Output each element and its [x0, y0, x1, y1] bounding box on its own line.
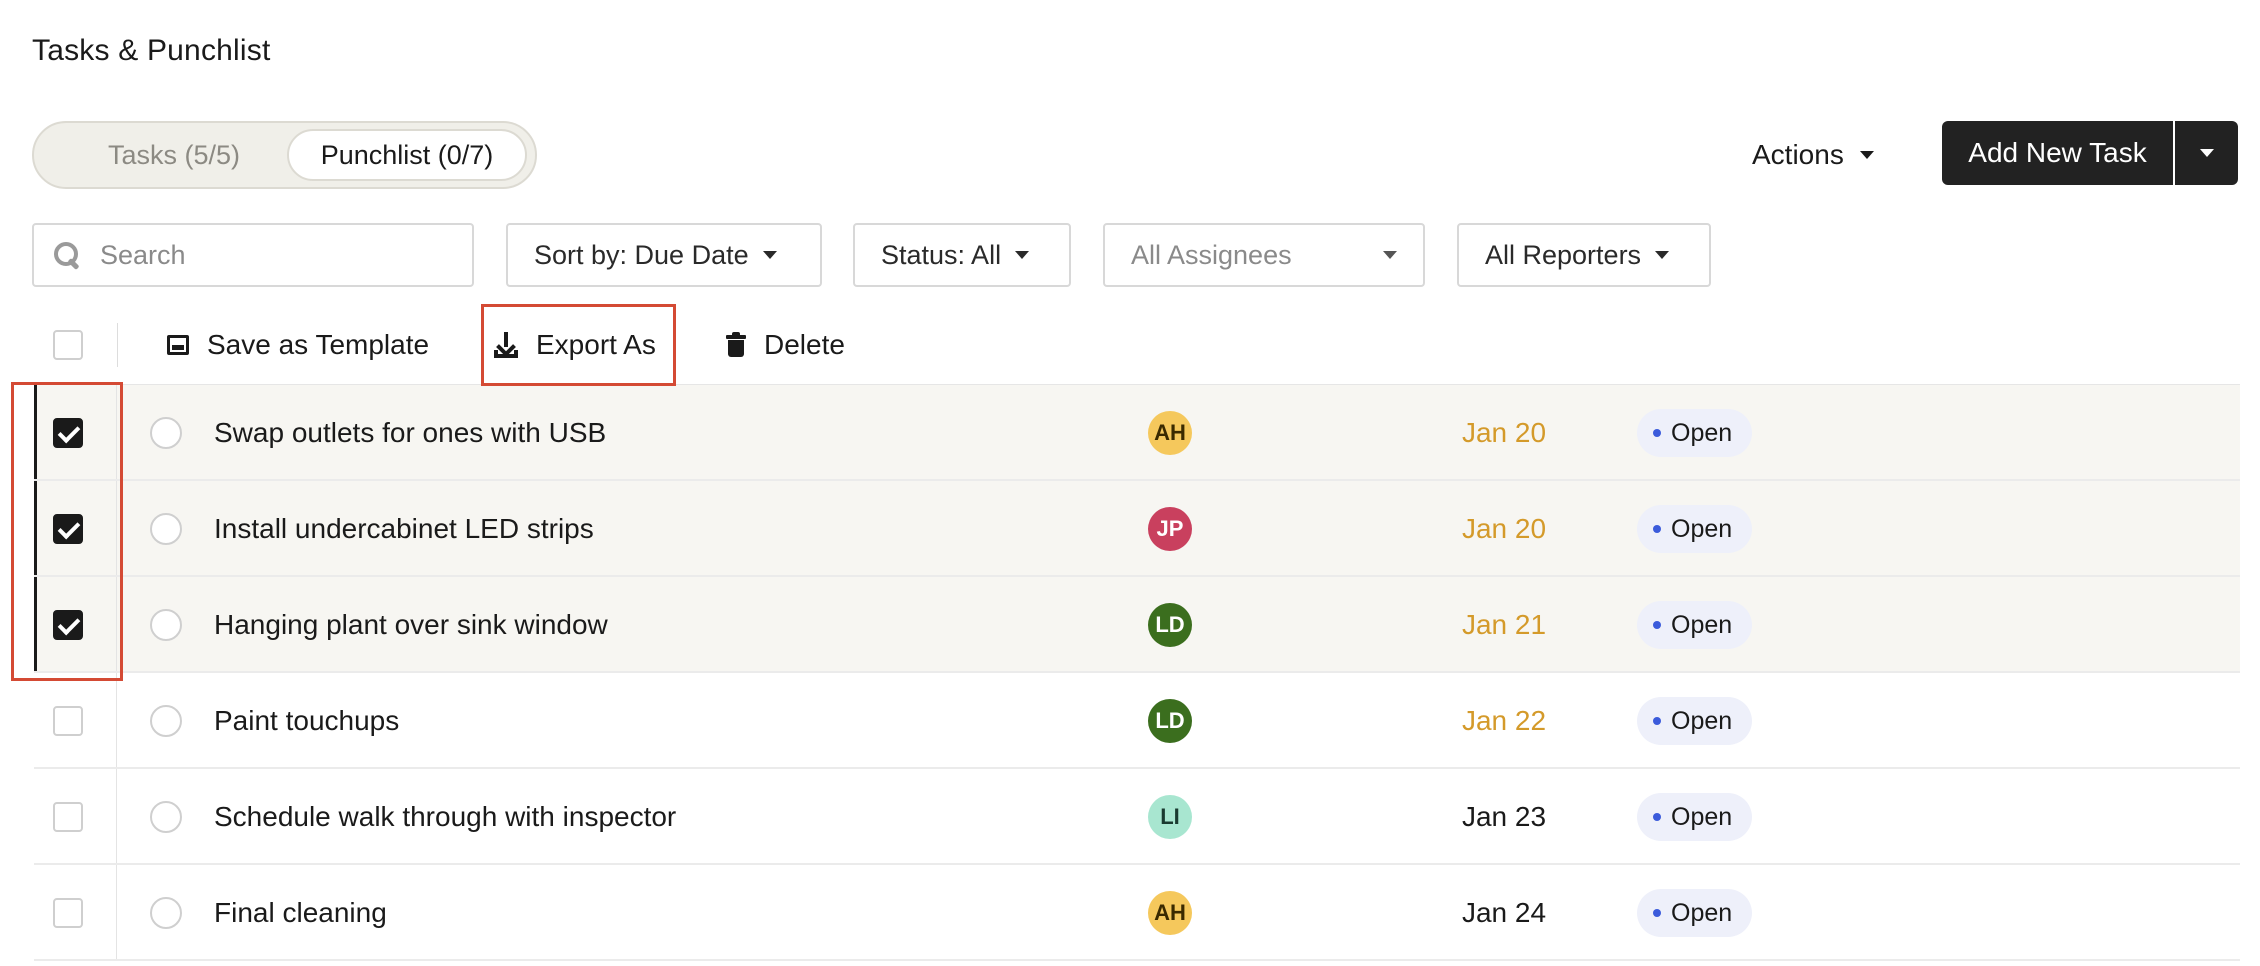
- caret-down-icon: [1015, 251, 1030, 259]
- sort-label: Sort by: Due Date: [534, 239, 749, 270]
- due-date: Jan 20: [1461, 513, 1547, 544]
- complete-toggle[interactable]: [150, 513, 182, 545]
- actions-dropdown[interactable]: Actions: [1752, 126, 1874, 184]
- page-title: Tasks & Punchlist: [32, 34, 271, 67]
- complete-toggle[interactable]: [150, 897, 182, 929]
- assignees-filter-dropdown[interactable]: All Assignees: [1103, 223, 1425, 287]
- selection-highlight-box: [11, 382, 123, 681]
- tab-tasks[interactable]: Tasks (5/5): [54, 129, 294, 181]
- complete-toggle[interactable]: [150, 705, 182, 737]
- status-badge[interactable]: Open: [1637, 697, 1753, 745]
- status-badge[interactable]: Open: [1637, 505, 1753, 553]
- save-as-template-button[interactable]: Save as Template: [167, 322, 429, 368]
- column-divider: [116, 865, 117, 959]
- task-name[interactable]: Hanging plant over sink window: [214, 577, 608, 673]
- table-row[interactable]: Final cleaning AH Jan 24 Open: [34, 865, 2240, 961]
- table-row[interactable]: Swap outlets for ones with USB AH Jan 20…: [34, 385, 2240, 481]
- actions-label: Actions: [1752, 139, 1844, 170]
- search-box: [32, 223, 474, 287]
- status-filter-dropdown[interactable]: Status: All: [853, 223, 1071, 287]
- avatar[interactable]: LI: [1148, 795, 1192, 839]
- column-divider: [116, 769, 117, 863]
- export-highlight-box: [481, 304, 676, 386]
- delete-button[interactable]: Delete: [726, 322, 845, 368]
- status-filter-label: Status: All: [881, 239, 1002, 270]
- add-new-task-button[interactable]: Add New Task: [1942, 121, 2173, 185]
- assignees-filter-label: All Assignees: [1131, 239, 1292, 270]
- due-date: Jan 22: [1461, 705, 1547, 736]
- reporters-filter-label: All Reporters: [1485, 239, 1642, 270]
- caret-down-icon: [762, 251, 777, 259]
- save-as-template-label: Save as Template: [207, 329, 430, 360]
- status-badge[interactable]: Open: [1637, 601, 1753, 649]
- due-date: Jan 21: [1461, 609, 1547, 640]
- delete-label: Delete: [764, 329, 845, 360]
- search-icon: [52, 240, 82, 270]
- caret-down-icon: [1859, 151, 1874, 159]
- inbox-tray-icon: [167, 335, 189, 355]
- due-date: Jan 23: [1461, 801, 1547, 832]
- avatar[interactable]: AH: [1148, 891, 1192, 935]
- complete-toggle[interactable]: [150, 609, 182, 641]
- table-row[interactable]: Paint touchups LD Jan 22 Open: [34, 673, 2240, 769]
- avatar[interactable]: AH: [1148, 411, 1192, 455]
- search-input[interactable]: [100, 239, 440, 271]
- tab-punchlist[interactable]: Punchlist (0/7): [287, 129, 527, 181]
- task-table: Swap outlets for ones with USB AH Jan 20…: [34, 385, 2240, 961]
- status-badge[interactable]: Open: [1637, 409, 1753, 457]
- select-all-checkbox[interactable]: [53, 330, 83, 360]
- column-divider: [116, 673, 117, 767]
- table-row[interactable]: Hanging plant over sink window LD Jan 21…: [34, 577, 2240, 673]
- avatar[interactable]: LD: [1148, 699, 1192, 743]
- task-name[interactable]: Install undercabinet LED strips: [214, 481, 594, 577]
- sort-dropdown[interactable]: Sort by: Due Date: [506, 223, 822, 287]
- task-name[interactable]: Schedule walk through with inspector: [214, 769, 676, 865]
- row-checkbox[interactable]: [53, 898, 83, 928]
- task-name[interactable]: Swap outlets for ones with USB: [214, 385, 606, 481]
- complete-toggle[interactable]: [150, 801, 182, 833]
- caret-down-icon: [1383, 251, 1397, 259]
- status-badge[interactable]: Open: [1637, 793, 1753, 841]
- trash-icon: [726, 332, 746, 358]
- table-row[interactable]: Schedule walk through with inspector LI …: [34, 769, 2240, 865]
- due-date: Jan 20: [1461, 417, 1547, 448]
- avatar[interactable]: LD: [1148, 603, 1192, 647]
- due-date: Jan 24: [1461, 897, 1547, 928]
- table-row[interactable]: Install undercabinet LED strips JP Jan 2…: [34, 481, 2240, 577]
- divider: [117, 323, 118, 367]
- add-task-menu-button[interactable]: [2175, 121, 2238, 185]
- reporters-filter-dropdown[interactable]: All Reporters: [1457, 223, 1711, 287]
- row-checkbox[interactable]: [53, 706, 83, 736]
- caret-down-icon: [2199, 149, 2214, 157]
- task-name[interactable]: Paint touchups: [214, 673, 399, 769]
- complete-toggle[interactable]: [150, 417, 182, 449]
- task-name[interactable]: Final cleaning: [214, 865, 387, 961]
- caret-down-icon: [1655, 251, 1670, 259]
- view-tabs: Tasks (5/5) Punchlist (0/7): [32, 121, 537, 189]
- avatar[interactable]: JP: [1148, 507, 1192, 551]
- status-badge[interactable]: Open: [1637, 889, 1753, 937]
- row-checkbox[interactable]: [53, 802, 83, 832]
